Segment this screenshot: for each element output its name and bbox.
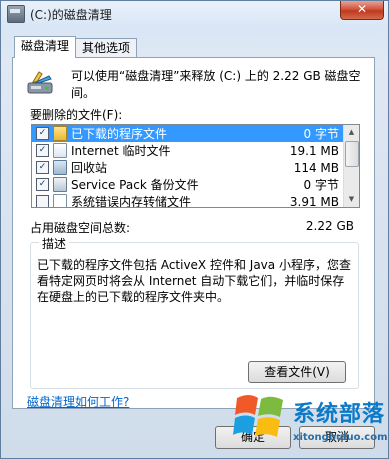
window-title: (C:)的磁盘清理 xyxy=(30,7,112,22)
list-item[interactable]: ✓ 回收站 114 MB xyxy=(32,159,343,176)
scroll-down-icon[interactable]: ▼ xyxy=(344,192,359,207)
list-item[interactable]: ✓ Internet 临时文件 19.1 MB xyxy=(32,142,343,159)
file-icon xyxy=(53,194,67,207)
recycle-bin-icon xyxy=(53,160,67,175)
scroll-up-icon[interactable]: ▲ xyxy=(344,125,359,140)
disk-cleanup-app-icon xyxy=(7,5,25,23)
total-space-label: 占用磁盘空间总数: xyxy=(30,221,131,235)
close-button[interactable]: ✕ xyxy=(340,1,384,20)
item-label: Internet 临时文件 xyxy=(71,144,171,158)
folder-icon xyxy=(53,126,67,141)
files-list[interactable]: ✓ 已下载的程序文件 0 字节 ✓ Internet 临时文件 19.1 MB … xyxy=(31,124,360,208)
item-size: 0 字节 xyxy=(303,178,339,192)
watermark-title: 系统部落 xyxy=(293,402,386,427)
files-to-delete-label: 要删除的文件(F): xyxy=(30,108,123,122)
help-link[interactable]: 磁盘清理如何工作? xyxy=(27,393,129,410)
item-label: 系统错误内存转储文件 xyxy=(71,195,192,208)
item-checkbox[interactable]: ✓ xyxy=(36,161,49,174)
item-size: 19.1 MB xyxy=(289,143,339,158)
item-label: 已下载的程序文件 xyxy=(71,127,168,141)
watermark: 系统部落 xitongbuluo.com xyxy=(231,386,389,458)
tab-more-options[interactable]: 其他选项 xyxy=(75,38,138,58)
item-label: Service Pack 备份文件 xyxy=(71,178,199,192)
item-size: 3.91 MB xyxy=(289,194,339,208)
internet-file-icon xyxy=(53,143,67,158)
description-group: 描述 已下载的程序文件包括 ActiveX 控件和 Java 小程序，您查看特定… xyxy=(30,235,359,389)
item-checkbox[interactable]: ✓ xyxy=(36,127,49,140)
title-bar[interactable]: (C:)的磁盘清理 ✕ xyxy=(1,1,388,27)
list-item[interactable]: ✓ Service Pack 备份文件 0 字节 xyxy=(32,176,343,193)
view-files-button[interactable]: 查看文件(V) xyxy=(248,361,346,383)
item-checkbox[interactable]: ✓ xyxy=(36,144,49,157)
disk-cleanup-icon xyxy=(27,71,53,94)
item-checkbox[interactable]: ✓ xyxy=(36,178,49,191)
list-item[interactable]: 系统错误内存转储文件 3.91 MB xyxy=(32,193,343,208)
item-label: 回收站 xyxy=(71,161,108,175)
tab-panel: 可以使用“磁盘清理”来释放 (C:) 上的 2.22 GB 磁盘空间。 要删除的… xyxy=(12,57,375,409)
watermark-url: xitongbuluo.com xyxy=(293,432,388,443)
item-size: 0 字节 xyxy=(303,127,339,141)
windows-logo-icon xyxy=(233,395,283,437)
list-item[interactable]: ✓ 已下载的程序文件 0 字节 xyxy=(32,125,343,142)
item-checkbox[interactable] xyxy=(36,195,49,207)
scroll-thumb[interactable] xyxy=(345,141,359,167)
item-size: 114 MB xyxy=(293,160,339,175)
backup-file-icon xyxy=(53,177,67,192)
description-text: 已下载的程序文件包括 ActiveX 控件和 Java 小程序，您查看特定网页时… xyxy=(37,258,351,304)
list-scrollbar[interactable]: ▲ ▼ xyxy=(343,125,359,207)
description-title: 描述 xyxy=(39,235,70,252)
total-space-value: 2.22 GB xyxy=(305,219,354,233)
intro-section: 可以使用“磁盘清理”来释放 (C:) 上的 2.22 GB 磁盘空间。 xyxy=(27,68,361,102)
tab-disk-cleanup[interactable]: 磁盘清理 xyxy=(14,36,77,58)
disk-cleanup-window: (C:)的磁盘清理 ✕ 磁盘清理 其他选项 可以使用“磁盘清理”来释放 (C:)… xyxy=(0,0,389,459)
intro-text: 可以使用“磁盘清理”来释放 (C:) 上的 2.22 GB 磁盘空间。 xyxy=(71,69,361,100)
